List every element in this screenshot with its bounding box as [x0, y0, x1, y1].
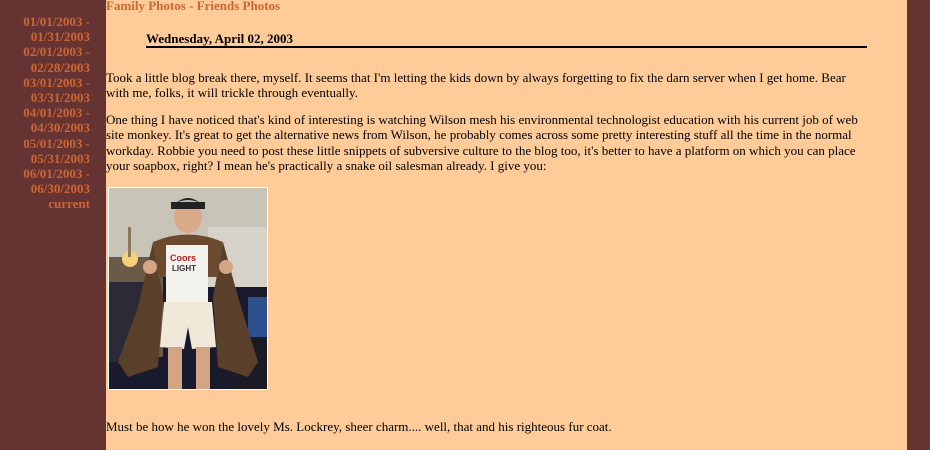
- nav-separator: -: [185, 0, 197, 13]
- main-content: Family Photos - Friends Photos Wednesday…: [106, 0, 907, 450]
- archive-link-start: 04/01/2003 -: [23, 105, 90, 121]
- post-date-header: Wednesday, April 02, 2003: [146, 31, 867, 48]
- right-border: [907, 0, 930, 450]
- archive-link-end: 02/28/2003: [30, 59, 90, 75]
- archive-link-start: 03/01/2003 -: [23, 74, 90, 90]
- archive-link-current[interactable]: current: [23, 196, 90, 211]
- archive-link-end: 06/30/2003: [30, 181, 90, 197]
- archive-list: 01/01/2003 - 01/31/2003 02/01/2003 - 02/…: [23, 14, 90, 212]
- top-nav: Family Photos - Friends Photos: [106, 0, 280, 14]
- archive-link-end: 04/30/2003: [30, 120, 90, 136]
- archive-link-2003-03[interactable]: 03/01/2003 - 03/31/2003: [23, 75, 90, 105]
- post-paragraph-1: Took a little blog break there, myself. …: [106, 70, 846, 101]
- archive-link-end: 03/31/2003: [30, 90, 90, 106]
- archive-link-2003-06[interactable]: 06/01/2003 - 06/30/2003: [23, 166, 90, 196]
- archive-link-start: 01/01/2003 -: [23, 14, 90, 29]
- post-paragraph-2: One thing I have noticed that's kind of …: [106, 112, 858, 174]
- friends-photos-link[interactable]: Friends Photos: [197, 0, 280, 13]
- svg-text:LIGHT: LIGHT: [172, 264, 196, 273]
- archive-link-2003-01[interactable]: 01/01/2003 - 01/31/2003: [23, 14, 90, 44]
- archive-sidebar: 01/01/2003 - 01/31/2003 02/01/2003 - 02/…: [0, 0, 106, 450]
- archive-link-end: 05/31/2003: [30, 150, 90, 166]
- archive-link-start: 02/01/2003 -: [23, 44, 90, 60]
- archive-link-end: 01/31/2003: [30, 29, 90, 45]
- family-photos-link[interactable]: Family Photos: [106, 0, 186, 13]
- archive-link-start: 05/01/2003 -: [23, 135, 90, 151]
- post-photo: Coors LIGHT: [108, 187, 268, 390]
- archive-link-2003-05[interactable]: 05/01/2003 - 05/31/2003: [23, 136, 90, 166]
- archive-link-2003-02[interactable]: 02/01/2003 - 02/28/2003: [23, 44, 90, 74]
- svg-text:Coors: Coors: [170, 253, 196, 263]
- archive-link-start: 06/01/2003 -: [23, 166, 90, 182]
- post-paragraph-3: Must be how he won the lovely Ms. Lockre…: [106, 419, 612, 434]
- archive-link-2003-04[interactable]: 04/01/2003 - 04/30/2003: [23, 105, 90, 135]
- page: 01/01/2003 - 01/31/2003 02/01/2003 - 02/…: [0, 0, 930, 450]
